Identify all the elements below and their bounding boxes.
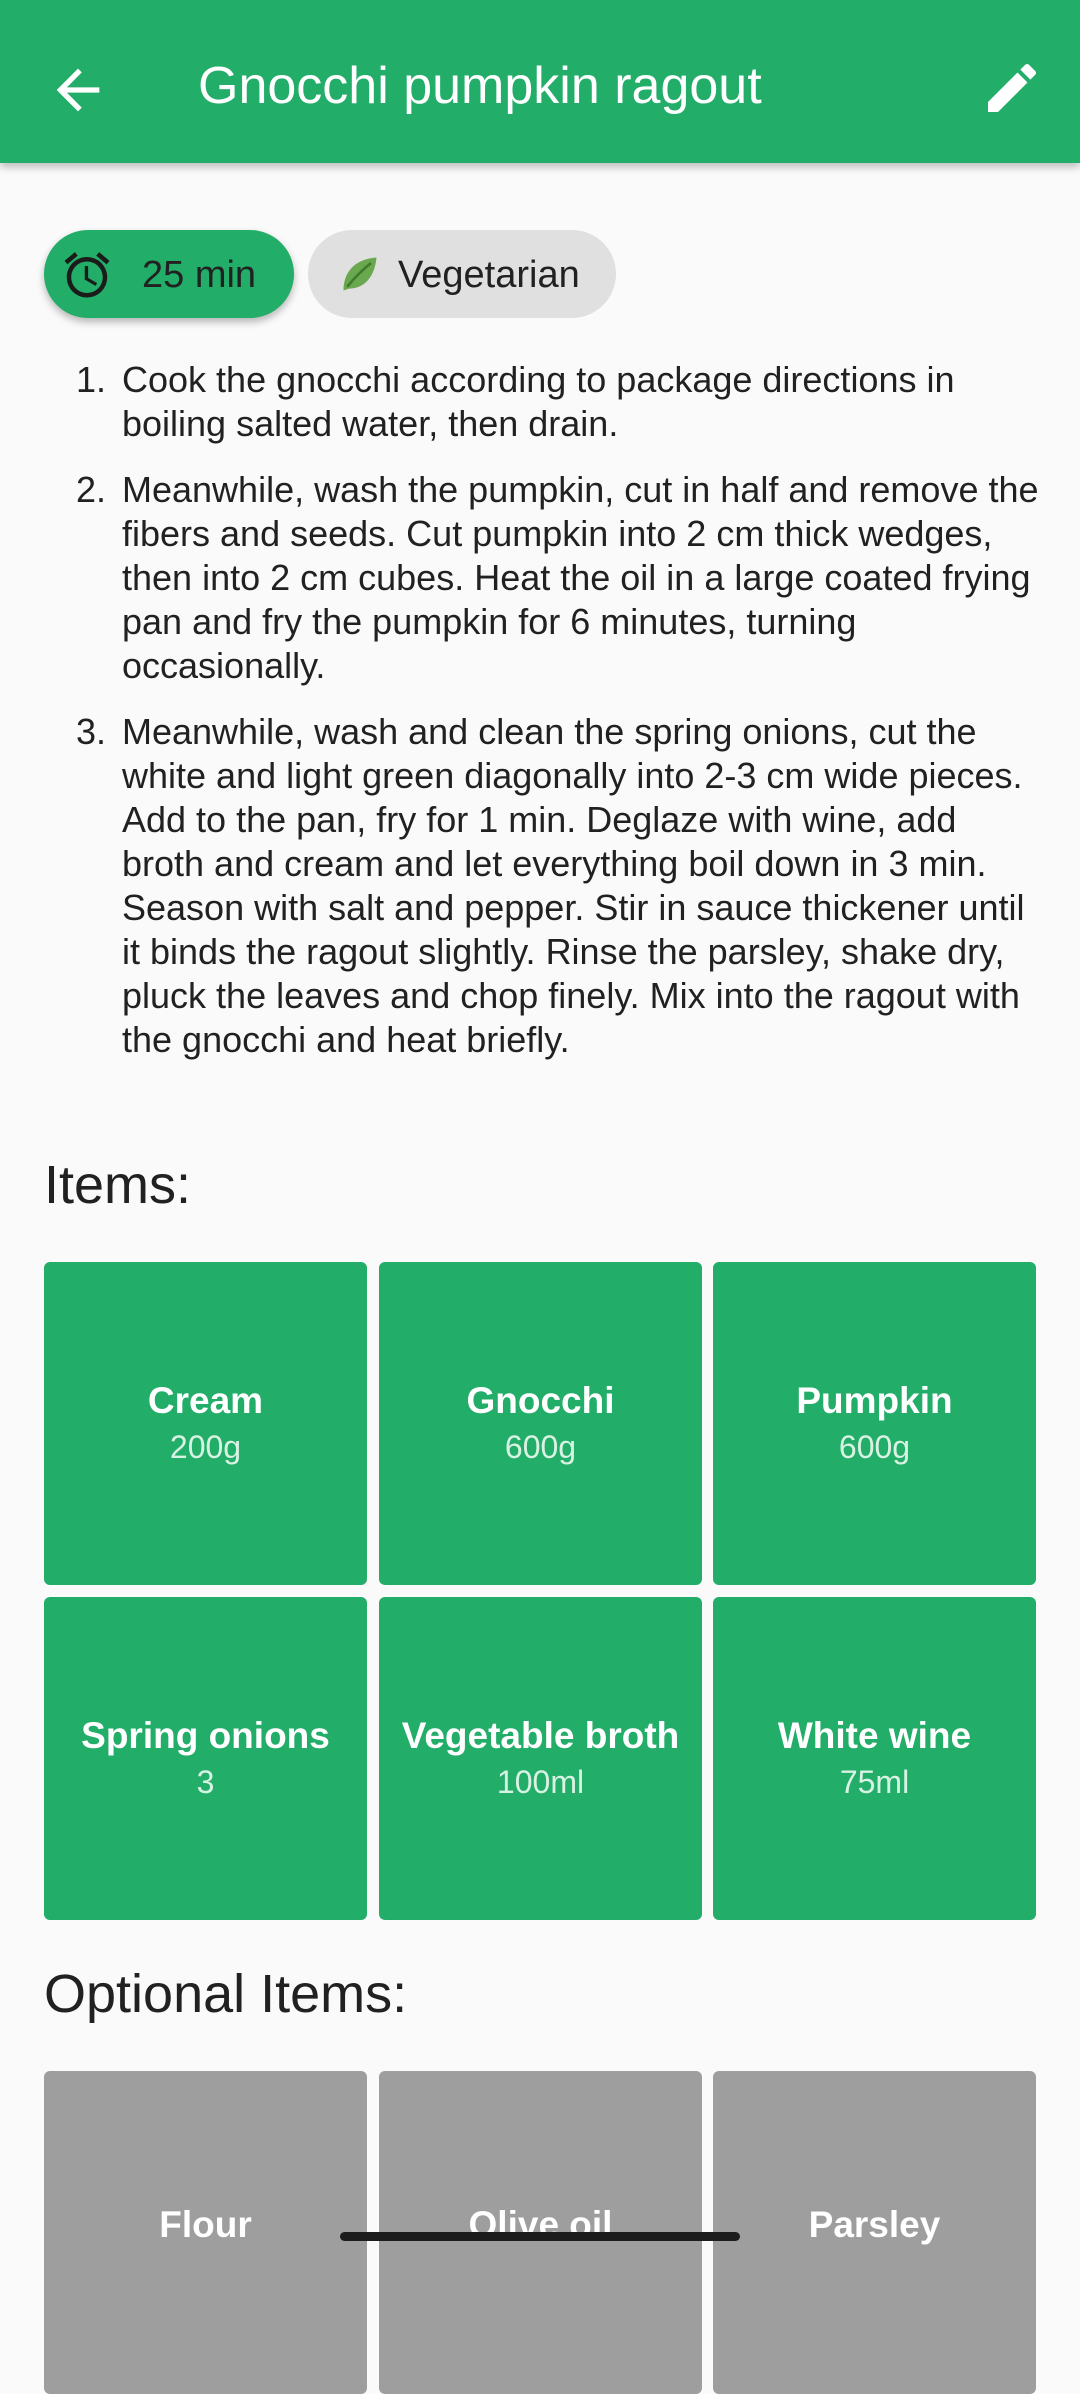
optional-item-tile-parsley[interactable]: Parsley (713, 2071, 1036, 2394)
app-bar: Gnocchi pumpkin ragout (0, 0, 1080, 163)
item-tile-pumpkin[interactable]: Pumpkin 600g (713, 1262, 1036, 1585)
item-name: Flour (159, 2204, 252, 2245)
optional-item-tile-flour[interactable]: Flour (44, 2071, 367, 2394)
item-tile-white-wine[interactable]: White wine 75ml (713, 1597, 1036, 1920)
step-number: 3. (76, 711, 107, 752)
item-tile-vegetable-broth[interactable]: Vegetable broth 100ml (379, 1597, 702, 1920)
item-name: Parsley (808, 2204, 941, 2245)
item-amount: 3 (196, 1763, 215, 1800)
item-name: Gnocchi (466, 1379, 615, 1421)
vegetarian-chip-label: Vegetarian (398, 254, 580, 296)
item-amount: 200g (169, 1428, 242, 1465)
item-tile-gnocchi[interactable]: Gnocchi 600g (379, 1262, 702, 1585)
arrow-back-icon[interactable] (46, 58, 110, 122)
step-text: Cook the gnocchi according to package di… (122, 359, 955, 444)
step-number: 2. (76, 469, 107, 510)
item-name: Pumpkin (796, 1379, 953, 1421)
page-title: Gnocchi pumpkin ragout (198, 57, 762, 115)
instructions-list: 1. Cook the gnocchi according to package… (70, 358, 1040, 1084)
item-name: Vegetable broth (401, 1714, 680, 1756)
step-text: Meanwhile, wash and clean the spring oni… (122, 711, 1025, 1060)
item-amount: 600g (504, 1428, 577, 1465)
home-indicator[interactable] (340, 2232, 740, 2241)
item-amount: 100ml (496, 1763, 585, 1800)
item-tile-spring-onions[interactable]: Spring onions 3 (44, 1597, 367, 1920)
alarm-clock-icon (64, 252, 110, 298)
step-number: 1. (76, 359, 107, 400)
item-tile-cream[interactable]: Cream 200g (44, 1262, 367, 1585)
pencil-icon[interactable] (980, 56, 1044, 120)
items-heading: Items: (44, 1155, 192, 1215)
instruction-step: 2. Meanwhile, wash the pumpkin, cut in h… (70, 468, 1040, 688)
optional-items-heading: Optional Items: (44, 1964, 408, 2024)
time-chip[interactable]: 25 min (44, 230, 294, 318)
instruction-step: 3. Meanwhile, wash and clean the spring … (70, 710, 1040, 1062)
item-name: Cream (147, 1379, 264, 1421)
item-amount: 75ml (839, 1763, 910, 1800)
instruction-step: 1. Cook the gnocchi according to package… (70, 358, 1040, 446)
step-text: Meanwhile, wash the pumpkin, cut in half… (122, 469, 1039, 686)
leaf-icon (343, 257, 377, 291)
item-name: White wine (777, 1714, 972, 1756)
vegetarian-chip[interactable]: Vegetarian (308, 230, 616, 318)
item-amount: 600g (838, 1428, 911, 1465)
item-name: Spring onions (81, 1714, 330, 1756)
time-chip-label: 25 min (142, 254, 257, 296)
